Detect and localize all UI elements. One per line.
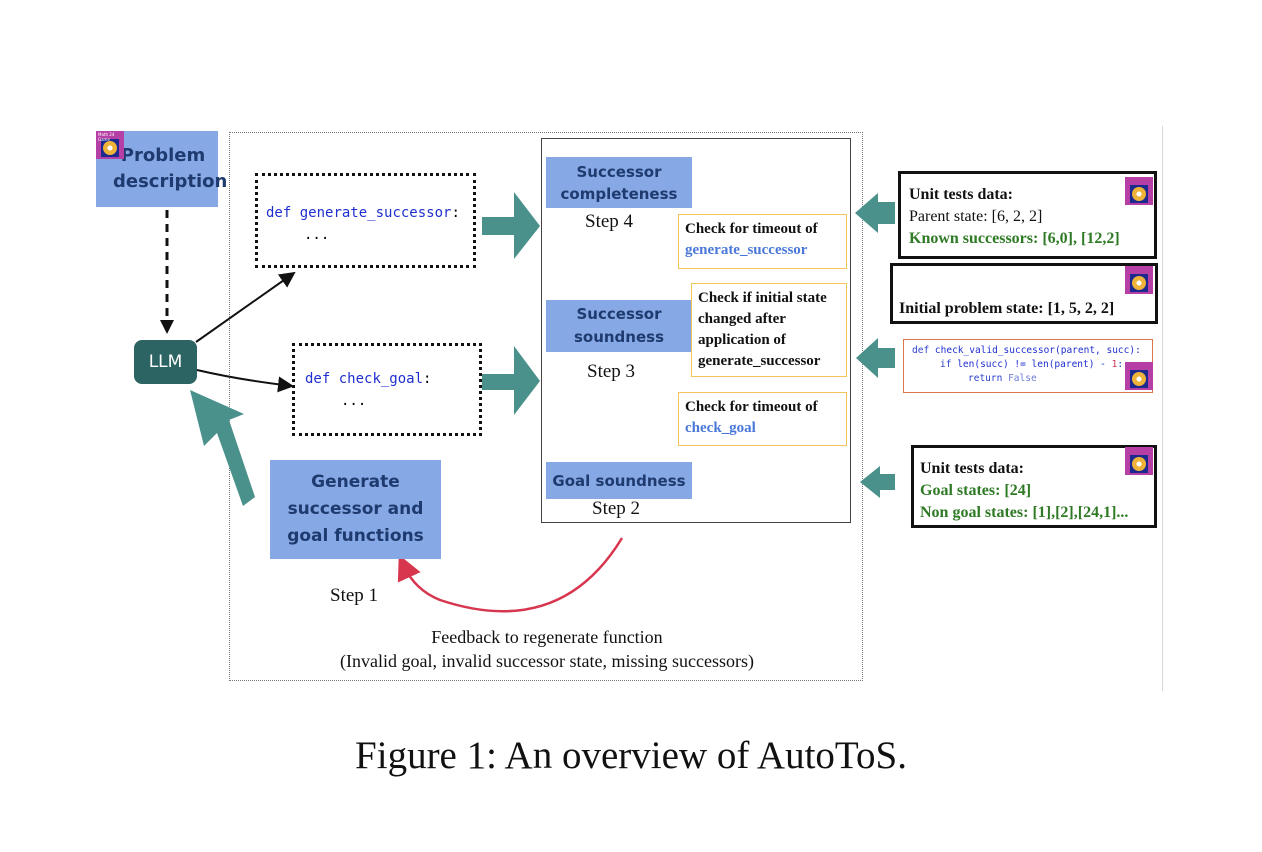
step3-label: Step 3 — [587, 361, 636, 382]
code-value: False — [1008, 373, 1037, 384]
timeout-check-goal-check: Check for timeout of check_goal — [678, 392, 847, 446]
timeout-generate-successor-check: Check for timeout of generate_successor — [678, 214, 847, 269]
check-function-name: check_goal — [685, 420, 756, 436]
code-keyword: def — [912, 345, 930, 356]
initial-state-change-check: Check if initial state changed after app… — [691, 283, 847, 377]
feedback-text: Feedback to regenerate function (Invalid… — [232, 625, 862, 673]
step4-label: Step 4 — [585, 211, 634, 232]
check-function-name: generate_successor — [685, 242, 808, 258]
successor-completeness-box: Successor completeness — [546, 157, 692, 208]
goal-soundness-box: Goal soundness — [546, 462, 692, 499]
known-successors: Known successors: [6,0], [12,2] — [909, 230, 1120, 247]
unit-tests-title: Unit tests data: — [920, 460, 1024, 477]
unit-tests-successor-box: Unit tests data: Parent state: [6, 2, 2]… — [898, 171, 1157, 259]
generate-functions-label: Generate successor and goal functions — [287, 472, 424, 546]
check-text: Check for timeout of — [685, 399, 818, 415]
step2-label: Step 2 — [592, 498, 641, 519]
math24-badge-icon — [1125, 177, 1153, 205]
step1-label: Step 1 — [330, 585, 379, 606]
goal-soundness-label: Goal soundness — [552, 471, 686, 490]
successor-soundness-box: Successor soundness — [546, 300, 692, 352]
code-keyword: def — [266, 205, 292, 221]
code-colon: : — [451, 205, 460, 221]
generate-functions-box: Generate successor and goal functions — [270, 460, 441, 559]
unit-tests-goal-box: Unit tests data: Goal states: [24] Non g… — [911, 445, 1157, 528]
teal-arrow-to-llm — [190, 390, 255, 506]
teal-left-arrow-unit-tests-successor — [855, 193, 895, 233]
llm-to-generate-successor-arrow — [195, 271, 296, 343]
teal-arrow-check-goal — [482, 346, 540, 415]
check-text: Check for timeout of — [685, 221, 818, 237]
code-keyword: if — [940, 359, 952, 370]
math24-badge-icon — [1125, 447, 1153, 475]
teal-left-arrow-validity-check — [856, 338, 895, 378]
parent-state: Parent state: [6, 2, 2] — [909, 208, 1043, 225]
goal-states: Goal states: [24] — [920, 482, 1032, 499]
code-keyword: return — [968, 373, 1003, 384]
code-colon: : — [1117, 359, 1124, 370]
validity-check-code-box: def check_valid_successor(parent, succ):… — [903, 339, 1153, 393]
problem-to-llm-arrowhead — [160, 320, 174, 334]
code-ellipsis: ... — [341, 393, 367, 409]
unit-tests-title: Unit tests data: — [909, 186, 1013, 203]
llm-to-check-goal-arrow — [196, 369, 294, 393]
code-ellipsis: ... — [304, 227, 330, 243]
code-text: len(succ) != len(parent) - — [957, 359, 1106, 370]
code-colon: : — [423, 371, 432, 387]
successor-completeness-label: Successor completeness — [560, 162, 678, 203]
feedback-line2: (Invalid goal, invalid successor state, … — [340, 651, 754, 671]
check-goal-code-box: def check_goal: ... — [292, 343, 482, 436]
initial-problem-state: Initial problem state: [1, 5, 2, 2] — [899, 300, 1115, 317]
code-text: check_valid_successor(parent, succ): — [934, 345, 1141, 356]
check-text: Check if initial state changed after app… — [698, 290, 827, 369]
function-name: generate_successor — [299, 205, 452, 221]
generate-successor-code-box: def generate_successor: ... — [255, 173, 476, 268]
teal-arrow-generate-successor — [482, 192, 540, 259]
figure-caption: Figure 1: An overview of AutoToS. — [355, 734, 907, 777]
math24-badge-icon — [1125, 362, 1153, 390]
function-name: check_goal — [338, 371, 424, 387]
math24-badge-icon — [1125, 266, 1153, 294]
initial-problem-state-box: Initial problem state: [1, 5, 2, 2] — [890, 263, 1158, 324]
successor-soundness-label: Successor soundness — [573, 305, 665, 346]
code-keyword: def — [305, 371, 331, 387]
teal-left-arrow-unit-tests-goal — [860, 466, 895, 498]
non-goal-states: Non goal states: [1],[2],[24,1]... — [920, 504, 1129, 521]
feedback-line1: Feedback to regenerate function — [431, 627, 663, 647]
